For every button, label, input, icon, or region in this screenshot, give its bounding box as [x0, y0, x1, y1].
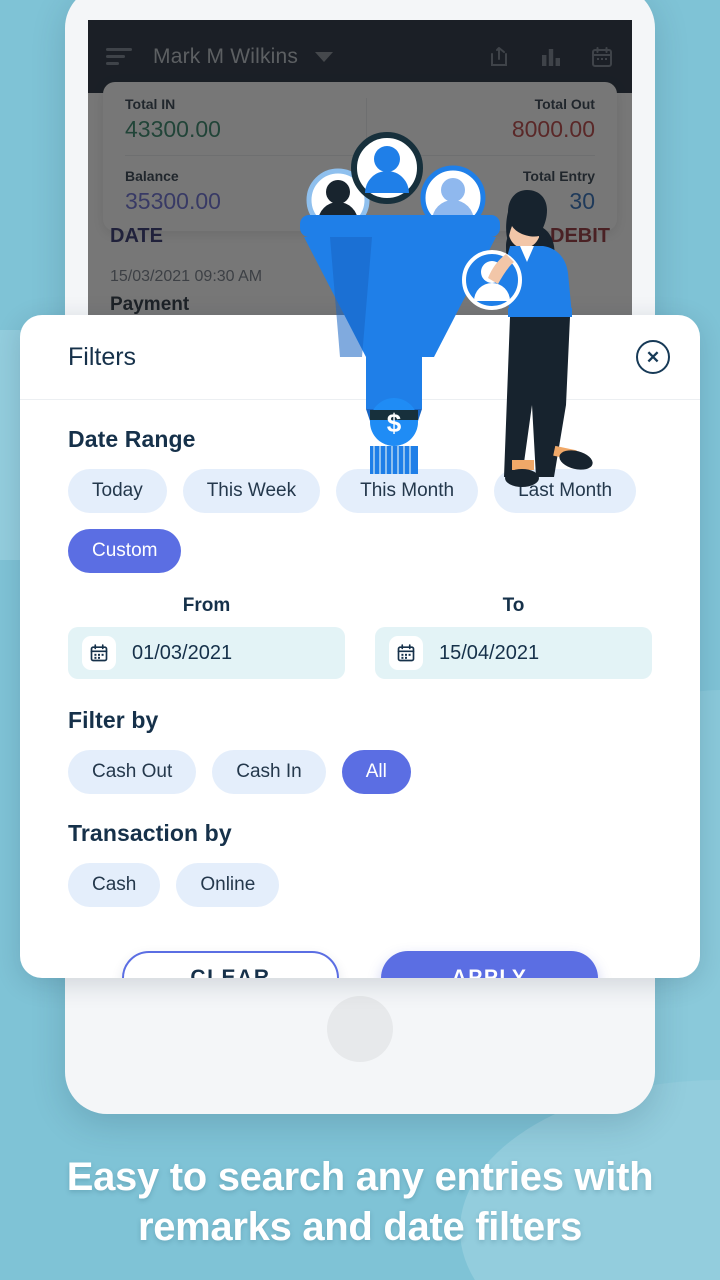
chip-today[interactable]: Today — [68, 469, 167, 513]
chip-cash[interactable]: Cash — [68, 863, 161, 907]
date-range-label: Date Range — [68, 426, 196, 452]
from-date-input[interactable]: 01/03/2021 — [68, 627, 345, 679]
promo-caption: Easy to search any entries with remarks … — [0, 1152, 720, 1252]
chip-custom[interactable]: Custom — [68, 529, 182, 573]
home-button[interactable] — [327, 996, 393, 1062]
from-label: From — [182, 595, 231, 616]
filter-by-chip-group: Cash Out Cash In All — [68, 750, 652, 794]
chip-all[interactable]: All — [341, 750, 411, 794]
calendar-icon — [389, 636, 423, 670]
caption-line-2: remarks and date filters — [137, 1205, 583, 1249]
chip-cash-out[interactable]: Cash Out — [68, 750, 197, 794]
dialog-actions: CLEAR APPLY — [68, 951, 652, 978]
clear-button[interactable]: CLEAR — [122, 951, 339, 978]
to-label: To — [502, 595, 525, 616]
to-date-value: 15/04/2021 — [439, 641, 540, 664]
apply-button[interactable]: APPLY — [381, 951, 598, 978]
date-range-chip-group: Today This Week This Month Last Month — [68, 469, 652, 513]
dialog-body: Date Range Today This Week This Month La… — [20, 400, 700, 978]
calendar-icon — [82, 636, 116, 670]
chip-this-week[interactable]: This Week — [182, 469, 321, 513]
chip-online[interactable]: Online — [176, 863, 280, 907]
custom-range-fields: From 01/03/2021 To 15/04/2021 — [68, 595, 652, 679]
close-icon[interactable]: ✕ — [636, 340, 670, 374]
from-field-group: From 01/03/2021 — [68, 595, 345, 679]
from-date-value: 01/03/2021 — [132, 641, 233, 664]
filter-by-label: Filter by — [68, 707, 159, 733]
chip-last-month[interactable]: Last Month — [494, 469, 637, 513]
to-date-input[interactable]: 15/04/2021 — [375, 627, 652, 679]
transaction-by-label: Transaction by — [68, 820, 232, 846]
caption-line-1: Easy to search any entries with — [66, 1155, 654, 1199]
date-range-chip-group-second-row: Custom — [68, 529, 652, 573]
chip-this-month[interactable]: This Month — [336, 469, 479, 513]
transaction-by-chip-group: Cash Online — [68, 863, 652, 907]
to-field-group: To 15/04/2021 — [375, 595, 652, 679]
dialog-title: Filters — [68, 342, 137, 371]
chip-cash-in[interactable]: Cash In — [212, 750, 326, 794]
dialog-header: Filters ✕ — [20, 315, 700, 400]
filters-dialog: Filters ✕ Date Range Today This Week Thi… — [20, 315, 700, 978]
